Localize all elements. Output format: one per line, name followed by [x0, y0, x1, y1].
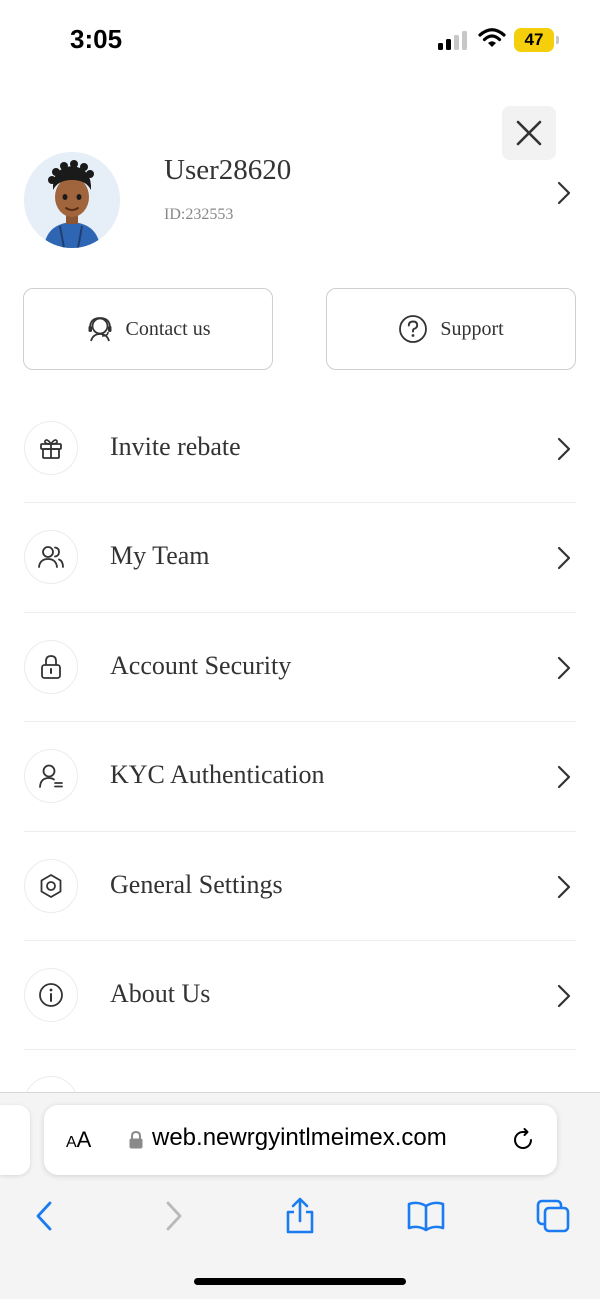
chevron-right-icon [557, 656, 571, 679]
profile-row[interactable]: User28620 ID:232553 [0, 148, 600, 258]
bookmarks-button[interactable] [406, 1196, 446, 1236]
chevron-right-icon [557, 547, 571, 570]
menu-item-label: General Settings [110, 869, 283, 899]
wifi-icon [478, 28, 506, 47]
menu-item-general-settings[interactable]: General Settings [24, 832, 576, 941]
chevron-right-icon [166, 1201, 182, 1231]
cellular-signal-icon [438, 30, 468, 50]
contact-us-label: Contact us [125, 317, 211, 340]
menu-item-label: Invite rebate [110, 432, 241, 461]
contact-us-button[interactable]: Contact us [23, 288, 273, 370]
close-icon [516, 120, 542, 146]
status-time: 3:05 [70, 24, 123, 54]
menu-item-label: My Team [110, 541, 210, 571]
gift-icon [24, 421, 78, 475]
menu-item-label: KYC Authentication [110, 760, 325, 790]
avatar-image [24, 152, 120, 248]
battery-icon: 47 [514, 28, 560, 52]
menu-item-my-team[interactable]: My Team [24, 503, 576, 613]
user-id: ID:232553 [164, 206, 234, 223]
tabs-button[interactable] [533, 1196, 573, 1236]
lock-icon [129, 1130, 143, 1149]
chevron-right-icon [557, 437, 571, 461]
support-label: Support [440, 317, 504, 340]
menu-item-about-us[interactable]: About Us [24, 941, 576, 1051]
avatar[interactable] [24, 152, 120, 248]
address-bar[interactable]: AA web.newrgyintlmeimex.com [44, 1105, 557, 1175]
reader-settings-button[interactable]: AA [66, 1127, 91, 1153]
back-button[interactable] [24, 1196, 64, 1236]
headset-icon [88, 317, 111, 342]
previous-tab-peek[interactable] [0, 1105, 30, 1175]
chevron-left-icon [36, 1201, 52, 1231]
team-icon [24, 530, 78, 585]
info-icon [24, 967, 78, 1022]
menu-item-account-security[interactable]: Account Security [24, 613, 576, 723]
status-bar: 3:05 47 [0, 0, 600, 80]
username: User28620 [164, 154, 292, 186]
user-id-icon [24, 749, 78, 804]
share-button[interactable] [280, 1196, 320, 1236]
chevron-right-icon [557, 766, 571, 789]
menu-item-invite-rebate[interactable]: Invite rebate [24, 394, 576, 504]
home-indicator[interactable] [194, 1278, 406, 1285]
chevron-right-icon [557, 875, 571, 898]
chevron-right-icon [557, 984, 571, 1008]
lock-icon [24, 639, 78, 694]
menu-item-label: About Us [110, 978, 211, 1008]
browser-toolbar: AA web.newrgyintlmeimex.com [0, 1092, 600, 1299]
battery-level: 47 [514, 28, 554, 52]
url-text[interactable]: web.newrgyintlmeimex.com [152, 1124, 447, 1152]
chevron-right-icon [557, 181, 571, 205]
forward-button[interactable] [154, 1196, 194, 1236]
support-button[interactable]: Support [326, 288, 576, 370]
menu-item-label: Account Security [110, 650, 292, 680]
menu-item-kyc-authentication[interactable]: KYC Authentication [24, 722, 576, 832]
tabs-icon [536, 1199, 570, 1233]
book-icon [407, 1201, 445, 1232]
reload-icon[interactable] [510, 1127, 536, 1153]
share-icon [286, 1197, 314, 1234]
settings-menu: Invite rebate My Team Account Security K… [24, 394, 576, 1051]
settings-icon [24, 858, 78, 913]
question-circle-icon [399, 315, 428, 343]
